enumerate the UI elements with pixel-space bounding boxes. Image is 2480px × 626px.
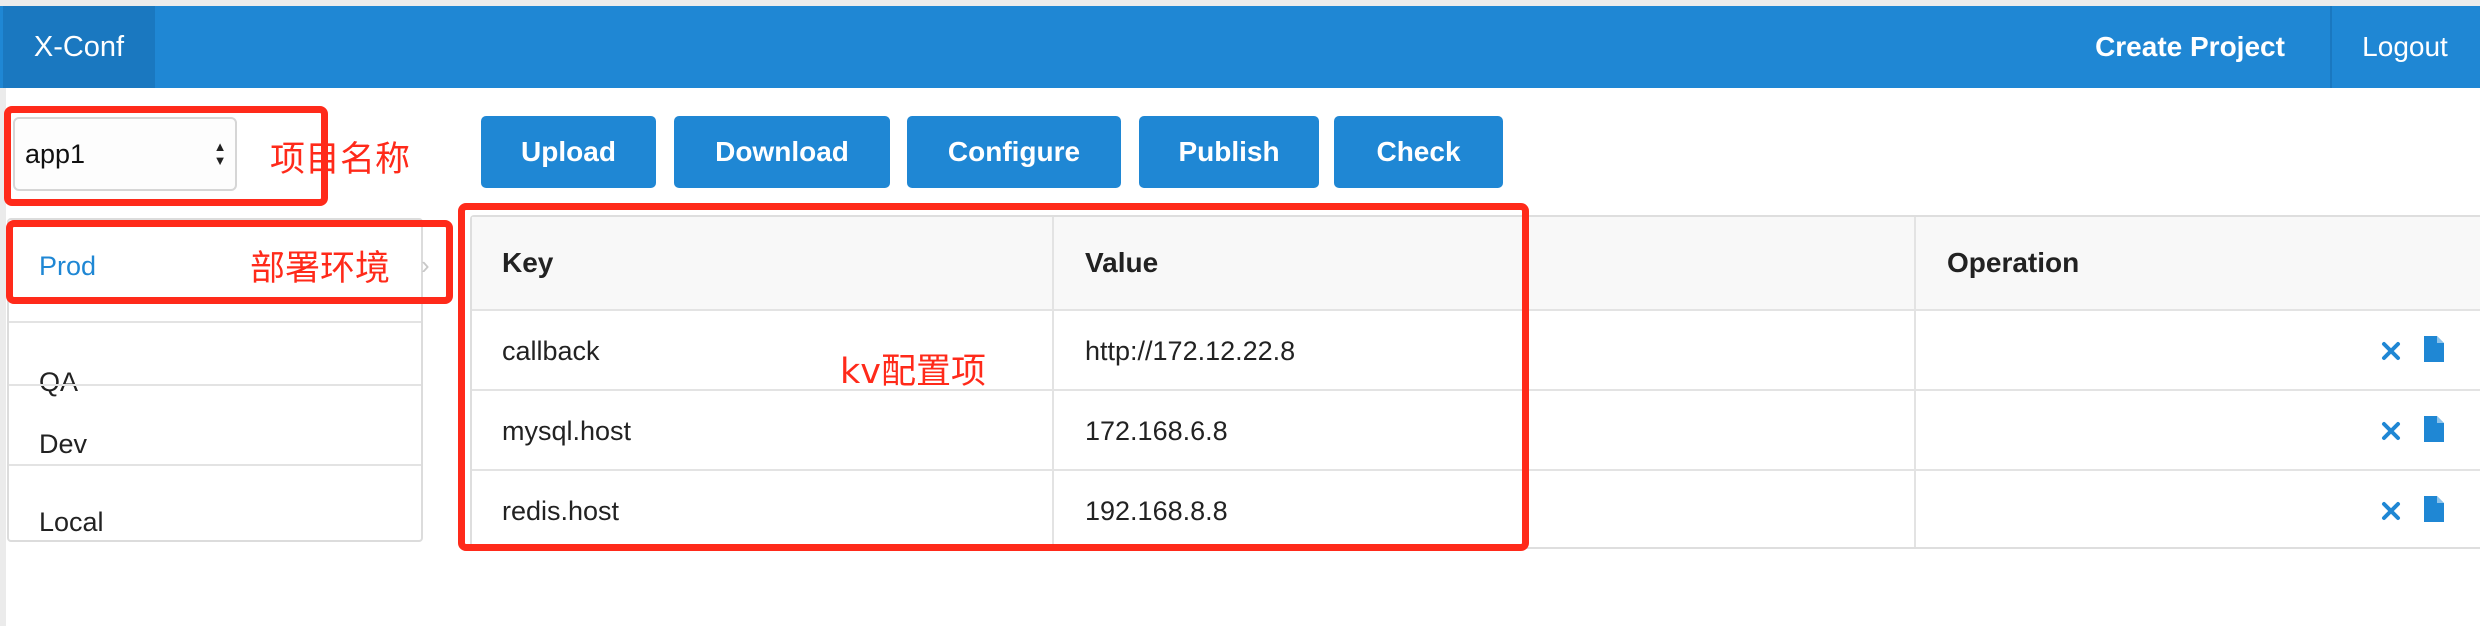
env-divider [9,384,421,386]
env-divider [9,464,421,466]
logout-link[interactable]: Logout [2332,6,2478,88]
navbar: X-Conf Create Project Logout [0,6,2480,88]
download-button[interactable]: Download [674,116,890,188]
active-chevron-icon: › [421,250,430,280]
publish-button[interactable]: Publish [1139,116,1319,188]
kv-annotation-label: kv配置项 [840,352,986,392]
delete-icon[interactable] [2378,336,2404,366]
delete-icon[interactable] [2378,416,2404,446]
header-operation: Operation [1947,247,2080,278]
configure-button[interactable]: Configure [907,116,1121,188]
project-annotation-label: 项目名称 [270,140,411,180]
create-project-link[interactable]: Create Project [2050,6,2330,88]
upload-button[interactable]: Upload [481,116,656,188]
file-icon[interactable] [2421,414,2447,444]
check-button[interactable]: Check [1334,116,1503,188]
file-icon[interactable] [2421,334,2447,364]
env-divider [9,321,421,323]
env-item-local[interactable]: Local [9,482,421,562]
brand-link[interactable]: X-Conf [3,6,155,88]
kv-annotation-box [458,203,1529,551]
environment-annotation-label: 部署环境 [250,249,391,289]
file-icon[interactable] [2421,494,2447,524]
delete-icon[interactable] [2378,496,2404,526]
env-item-dev[interactable]: Dev [9,404,421,484]
